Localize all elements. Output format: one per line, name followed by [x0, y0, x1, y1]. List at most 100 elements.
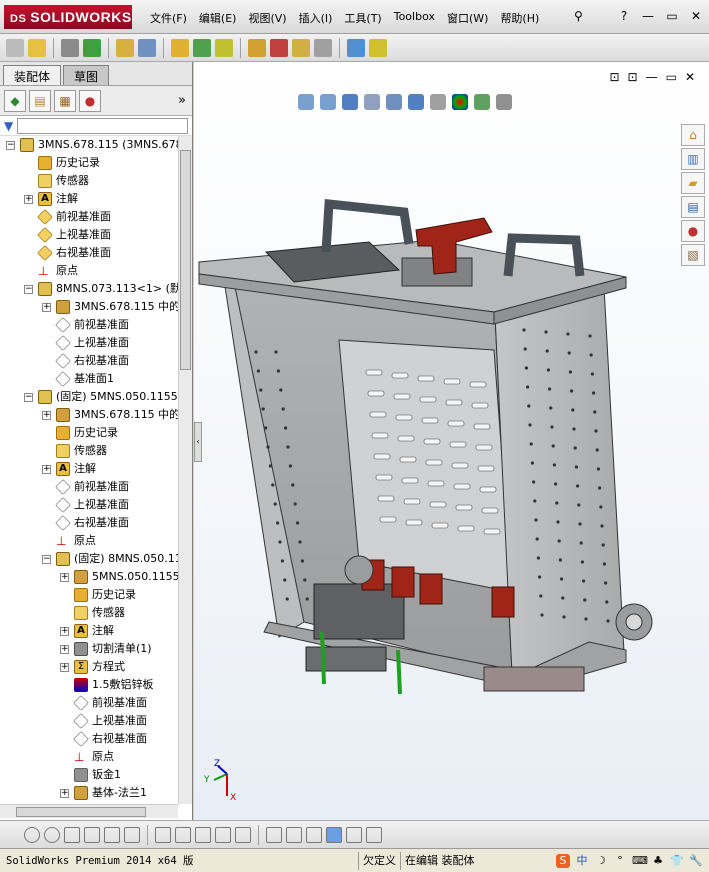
- restore-button[interactable]: ▭: [665, 10, 679, 24]
- solidworks-logo[interactable]: DS SOLIDWORKS: [4, 5, 132, 29]
- configuration-manager-icon[interactable]: ▦: [54, 89, 76, 112]
- tree-node[interactable]: 前视基准面: [0, 694, 178, 712]
- menu-item[interactable]: 视图(V): [248, 10, 286, 26]
- rectangle-icon[interactable]: [235, 826, 251, 843]
- tree-toggle-icon[interactable]: +: [60, 627, 69, 636]
- tree-toggle-icon[interactable]: −: [6, 141, 15, 150]
- menu-item[interactable]: 工具(T): [344, 10, 381, 26]
- smart-fastener-icon[interactable]: [138, 38, 156, 57]
- arc-icon[interactable]: [155, 826, 171, 843]
- tree-node[interactable]: 历史记录: [0, 154, 178, 172]
- point-icon[interactable]: [24, 826, 40, 843]
- display-mode-icon[interactable]: [326, 826, 342, 843]
- trim-icon[interactable]: [84, 826, 100, 843]
- polygon-icon[interactable]: [64, 826, 80, 843]
- scrollbar-thumb[interactable]: [180, 150, 191, 370]
- tree-node[interactable]: + 基体-法兰1: [0, 784, 178, 802]
- tray-icon[interactable]: 中: [575, 854, 589, 868]
- tree-node[interactable]: 历史记录: [0, 586, 178, 604]
- section-icon[interactable]: [369, 38, 387, 57]
- angle-icon[interactable]: [124, 826, 140, 843]
- tray-icon[interactable]: °: [613, 854, 627, 868]
- tree-node[interactable]: 钣金1: [0, 766, 178, 784]
- tray-icon[interactable]: ♣: [651, 854, 665, 868]
- filter-icon[interactable]: ▼: [4, 119, 13, 133]
- tree-node[interactable]: + A 注解: [0, 622, 178, 640]
- menu-item[interactable]: Toolbox: [394, 10, 435, 26]
- insert-component-icon[interactable]: [116, 38, 134, 57]
- tree-toggle-icon[interactable]: −: [24, 285, 33, 294]
- tree-node[interactable]: ⊥ 原点: [0, 262, 178, 280]
- tree-node[interactable]: 前视基准面: [0, 478, 178, 496]
- tree-node[interactable]: + A 注解: [0, 190, 178, 208]
- tree-node[interactable]: 右视基准面: [0, 352, 178, 370]
- assembly-feature-icon[interactable]: [270, 38, 288, 57]
- tree-node[interactable]: 传感器: [0, 172, 178, 190]
- dimension-icon[interactable]: [266, 826, 282, 843]
- menu-item[interactable]: 插入(I): [299, 10, 333, 26]
- tree-node[interactable]: 传感器: [0, 442, 178, 460]
- tree-node[interactable]: +5MNS.050.1155 中: [0, 568, 178, 586]
- search-icon[interactable]: ⚲: [574, 9, 604, 23]
- open-icon[interactable]: [28, 38, 46, 57]
- tree-node[interactable]: + 切割清单(1): [0, 640, 178, 658]
- menu-item[interactable]: 编辑(E): [199, 10, 237, 26]
- new-doc-icon[interactable]: [6, 38, 24, 57]
- reference-geometry-icon[interactable]: [292, 38, 310, 57]
- tree-node[interactable]: 基准面1: [0, 370, 178, 388]
- tree-node[interactable]: + A 注解: [0, 460, 178, 478]
- tree-toggle-icon[interactable]: +: [42, 465, 51, 474]
- menu-item[interactable]: 帮助(H): [500, 10, 539, 26]
- tree-node[interactable]: 上视基准面: [0, 496, 178, 514]
- tree-toggle-icon[interactable]: +: [60, 663, 69, 672]
- table-icon[interactable]: [366, 826, 382, 843]
- tree-toggle-icon[interactable]: +: [60, 573, 69, 582]
- close-button[interactable]: ✕: [689, 10, 703, 24]
- tree-toggle-icon[interactable]: −: [24, 393, 33, 402]
- tree-node[interactable]: 上视基准面: [0, 334, 178, 352]
- tree-node[interactable]: 右视基准面: [0, 244, 178, 262]
- tab-sketch[interactable]: 草图: [63, 65, 110, 85]
- tab-assembly[interactable]: 装配体: [3, 65, 62, 85]
- menu-item[interactable]: 窗口(W): [447, 10, 488, 26]
- mate-icon[interactable]: [83, 38, 101, 57]
- explode-icon[interactable]: [215, 38, 233, 57]
- filter-input[interactable]: [17, 117, 188, 134]
- tray-icon[interactable]: 🔧: [689, 854, 703, 868]
- measure-icon[interactable]: [347, 38, 365, 57]
- scrollbar-thumb[interactable]: [16, 807, 146, 817]
- tree-node[interactable]: 1.5敷铝锌板: [0, 676, 178, 694]
- tree-node[interactable]: 上视基准面: [0, 226, 178, 244]
- tree-node[interactable]: 前视基准面: [0, 208, 178, 226]
- tray-icon[interactable]: S: [556, 853, 570, 868]
- tree-node[interactable]: − (固定) 5MNS.050.1155<1: [0, 388, 178, 406]
- tree-node[interactable]: − 8MNS.073.113<1> (默认): [0, 280, 178, 298]
- property-manager-icon[interactable]: ▤: [29, 89, 51, 112]
- tree-node[interactable]: − (固定) 8MNS.050.115: [0, 550, 178, 568]
- settings-icon[interactable]: [248, 38, 266, 57]
- appearance-manager-icon[interactable]: ●: [79, 89, 101, 112]
- tree-toggle-icon[interactable]: +: [60, 789, 69, 798]
- tree-node[interactable]: +3MNS.678.115 中的配: [0, 298, 178, 316]
- move-component-icon[interactable]: [171, 38, 189, 57]
- rotate-component-icon[interactable]: [193, 38, 211, 57]
- clip-icon[interactable]: [61, 38, 79, 57]
- tree-toggle-icon[interactable]: +: [42, 303, 51, 312]
- cabinet-3d-model[interactable]: [194, 62, 709, 820]
- tree-node[interactable]: 上视基准面: [0, 712, 178, 730]
- tree-vertical-scrollbar[interactable]: [178, 136, 192, 804]
- tree-horizontal-scrollbar[interactable]: [0, 804, 178, 818]
- tree-node[interactable]: +3MNS.678.115 中的配: [0, 406, 178, 424]
- tree-toggle-icon[interactable]: −: [42, 555, 51, 564]
- tree-node[interactable]: + Σ 方程式: [0, 658, 178, 676]
- interference-icon[interactable]: [314, 38, 332, 57]
- tray-icon[interactable]: 👕: [670, 854, 684, 868]
- layout-icon[interactable]: [346, 826, 362, 843]
- tray-icon[interactable]: ⌨: [632, 854, 648, 868]
- tree-node[interactable]: 右视基准面: [0, 730, 178, 748]
- tree-node[interactable]: − 3MNS.678.115 (3MNS.678.1:: [0, 136, 178, 154]
- help-button[interactable]: ?: [617, 10, 631, 24]
- menu-item[interactable]: 文件(F): [150, 10, 187, 26]
- graphics-area[interactable]: ‹ ⊡ ⊡ — ▭ ✕ ⌂ ▥ ▰ ▤ ● ▧ Z Y X: [194, 62, 709, 820]
- offset-icon[interactable]: [195, 826, 211, 843]
